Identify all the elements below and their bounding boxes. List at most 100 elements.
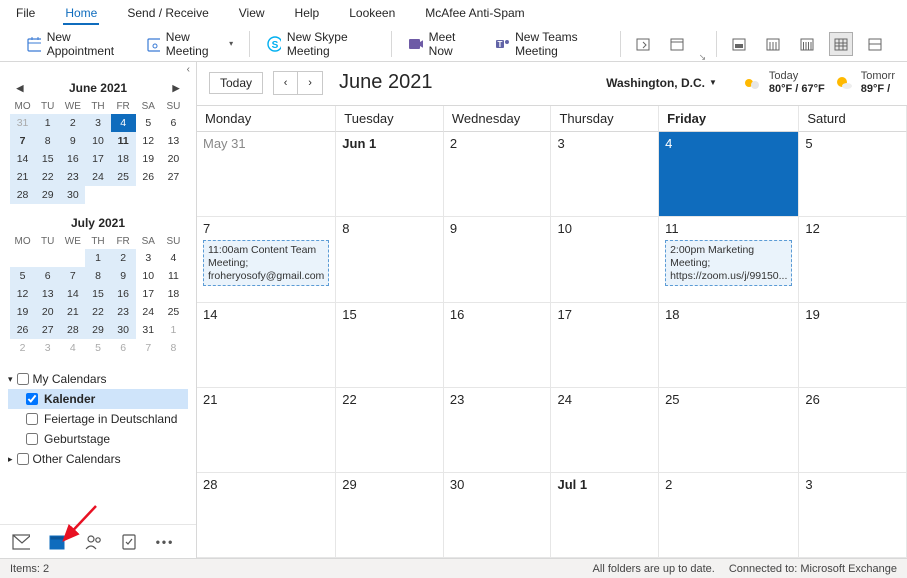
calendar-checkbox[interactable] <box>26 393 38 405</box>
location-picker[interactable]: Washington, D.C. ▼ <box>606 76 717 90</box>
mini-cal-day[interactable]: 1 <box>161 321 186 339</box>
meet-now-button[interactable]: Meet Now <box>402 26 478 62</box>
weather-day[interactable]: Today80°F / 67°F <box>741 70 825 95</box>
mini-cal-day[interactable]: 7 <box>10 132 35 150</box>
mini-cal-day[interactable]: 5 <box>85 339 110 357</box>
calendar-checkbox[interactable] <box>26 413 38 425</box>
menu-tab-file[interactable]: File <box>14 4 37 25</box>
menu-tab-help[interactable]: Help <box>293 4 322 25</box>
calendar-item[interactable]: Feiertage in Deutschland <box>8 409 188 429</box>
next-icon[interactable]: ▶ <box>170 83 182 94</box>
mini-cal-day[interactable]: 4 <box>60 339 85 357</box>
day-cell[interactable]: 25 <box>659 388 799 473</box>
mini-cal-day[interactable]: 4 <box>161 249 186 267</box>
day-cell[interactable]: 2 <box>444 132 552 217</box>
day-cell[interactable]: 14 <box>197 303 336 388</box>
mini-cal-day[interactable]: 18 <box>161 285 186 303</box>
mini-cal-day[interactable]: 30 <box>60 186 85 204</box>
view-workweek-button[interactable] <box>761 32 785 56</box>
mini-cal-day[interactable]: 18 <box>111 150 136 168</box>
mini-cal-day[interactable]: 16 <box>60 150 85 168</box>
view-day-button[interactable] <box>727 32 751 56</box>
mini-cal-day[interactable]: 25 <box>111 168 136 186</box>
mini-cal-day[interactable]: 26 <box>136 168 161 186</box>
calendar-item[interactable]: Geburtstage <box>8 429 188 449</box>
mini-cal-day[interactable]: 11 <box>161 267 186 285</box>
mini-cal-day[interactable]: 1 <box>35 114 60 132</box>
calendar-checkbox[interactable] <box>26 433 38 445</box>
mini-cal-day[interactable]: 3 <box>35 339 60 357</box>
mini-cal-day[interactable]: 21 <box>10 168 35 186</box>
day-cell[interactable]: 4 <box>659 132 799 217</box>
mini-cal-day[interactable]: 22 <box>85 303 110 321</box>
day-cell[interactable]: 26 <box>799 388 907 473</box>
mini-cal-day[interactable]: 3 <box>85 114 110 132</box>
calendar-event[interactable]: 11:00am Content Team Meeting; froheryoso… <box>203 240 329 286</box>
weather-day[interactable]: Tomorr89°F / <box>833 70 895 95</box>
mini-cal-day[interactable]: 25 <box>161 303 186 321</box>
mini-cal-day[interactable]: 30 <box>111 321 136 339</box>
mini-cal-day[interactable]: 19 <box>10 303 35 321</box>
mini-cal-day[interactable]: 13 <box>161 132 186 150</box>
new-appointment-button[interactable]: New Appointment <box>20 26 130 62</box>
mini-cal-day[interactable]: 2 <box>10 339 35 357</box>
mini-cal-day[interactable]: 5 <box>136 114 161 132</box>
mini-cal-day[interactable]: 29 <box>35 186 60 204</box>
calendar-event[interactable]: 2:00pm Marketing Meeting; https://zoom.u… <box>665 240 792 286</box>
calendar-item[interactable]: Kalender <box>8 389 188 409</box>
day-cell[interactable]: 8 <box>336 217 444 302</box>
day-cell[interactable]: 23 <box>444 388 552 473</box>
day-cell[interactable]: 5 <box>799 132 907 217</box>
day-cell[interactable]: 3 <box>799 473 907 558</box>
mini-cal-day[interactable]: 23 <box>60 168 85 186</box>
day-cell[interactable]: 711:00am Content Team Meeting; froheryos… <box>197 217 336 302</box>
new-meeting-button[interactable]: New Meeting ▾ <box>140 26 240 62</box>
mini-cal-day[interactable]: 23 <box>111 303 136 321</box>
mini-cal-day[interactable]: 13 <box>35 285 60 303</box>
day-cell[interactable]: 2 <box>659 473 799 558</box>
calendar-nav-icon[interactable] <box>48 533 66 551</box>
mini-cal-day[interactable]: 5 <box>10 267 35 285</box>
mini-calendar-june[interactable]: ◀June 2021▶MOTUWETHFRSASU311234567891011… <box>0 75 196 210</box>
mini-cal-day[interactable]: 3 <box>136 249 161 267</box>
mini-cal-day[interactable]: 14 <box>10 150 35 168</box>
mini-cal-day[interactable]: 22 <box>35 168 60 186</box>
mini-cal-day[interactable]: 1 <box>85 249 110 267</box>
menu-tab-home[interactable]: Home <box>63 4 99 25</box>
mini-cal-day[interactable] <box>10 249 35 267</box>
mini-cal-day[interactable]: 10 <box>136 267 161 285</box>
day-cell[interactable]: May 31 <box>197 132 336 217</box>
mini-cal-day[interactable]: 6 <box>35 267 60 285</box>
mini-cal-day[interactable]: 12 <box>10 285 35 303</box>
mini-cal-day[interactable]: 8 <box>85 267 110 285</box>
mini-cal-day[interactable]: 6 <box>161 114 186 132</box>
group-checkbox[interactable] <box>17 453 29 465</box>
day-cell[interactable]: 12 <box>799 217 907 302</box>
mini-cal-day[interactable]: 17 <box>85 150 110 168</box>
more-nav-icon[interactable]: ••• <box>156 533 174 551</box>
mini-cal-day[interactable]: 24 <box>136 303 161 321</box>
mini-cal-day[interactable]: 31 <box>10 114 35 132</box>
people-nav-icon[interactable] <box>84 533 102 551</box>
day-cell[interactable]: 15 <box>336 303 444 388</box>
day-cell[interactable]: 19 <box>799 303 907 388</box>
day-cell[interactable]: 112:00pm Marketing Meeting; https://zoom… <box>659 217 799 302</box>
mini-cal-day[interactable]: 9 <box>60 132 85 150</box>
day-cell[interactable]: 21 <box>197 388 336 473</box>
mini-cal-day[interactable] <box>111 186 136 204</box>
day-cell[interactable]: 30 <box>444 473 552 558</box>
mini-cal-day[interactable] <box>136 186 161 204</box>
mail-nav-icon[interactable] <box>12 533 30 551</box>
calendar-group-header[interactable]: ▸ Other Calendars <box>8 449 188 469</box>
mini-cal-day[interactable]: 12 <box>136 132 161 150</box>
mini-cal-day[interactable]: 2 <box>60 114 85 132</box>
day-cell[interactable]: 9 <box>444 217 552 302</box>
mini-cal-day[interactable]: 8 <box>35 132 60 150</box>
day-cell[interactable]: 3 <box>551 132 659 217</box>
day-cell[interactable]: Jun 1 <box>336 132 444 217</box>
group-checkbox[interactable] <box>17 373 29 385</box>
calendar-group-header[interactable]: ▾ My Calendars <box>8 369 188 389</box>
day-cell[interactable]: 10 <box>551 217 659 302</box>
tasks-nav-icon[interactable] <box>120 533 138 551</box>
mini-cal-day[interactable]: 28 <box>60 321 85 339</box>
